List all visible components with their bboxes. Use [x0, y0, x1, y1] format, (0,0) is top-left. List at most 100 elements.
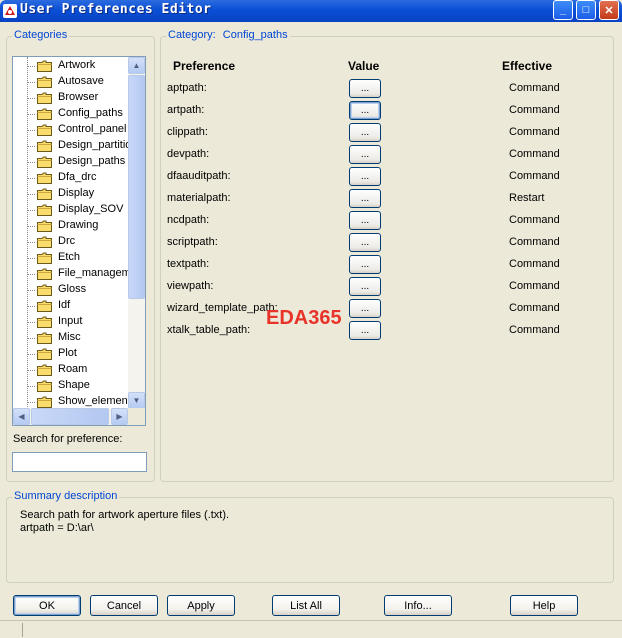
vertical-scroll-thumb[interactable] [128, 75, 145, 299]
watermark-text: EDA365 [266, 307, 342, 329]
value-browse-button[interactable]: ... [349, 123, 381, 142]
tree-item-label: Autosave [58, 75, 104, 87]
tree-item[interactable]: Design_paths [13, 154, 129, 170]
summary-description: Search path for artwork aperture files (… [20, 509, 229, 535]
scroll-right-arrow-icon[interactable]: ▶ [111, 408, 128, 425]
tree-item[interactable]: Artwork [13, 58, 129, 74]
list-all-button[interactable]: List All [272, 595, 340, 616]
value-browse-button[interactable]: ... [349, 189, 381, 208]
tree-item[interactable]: Dfa_drc [13, 170, 129, 186]
tree-item[interactable]: Display [13, 186, 129, 202]
status-bar [0, 620, 622, 638]
value-browse-button[interactable]: ... [349, 321, 381, 340]
effective-value: Command [509, 214, 560, 226]
ok-button[interactable]: OK [13, 595, 81, 616]
apply-button[interactable]: Apply [167, 595, 235, 616]
scrollbar-corner [128, 408, 145, 425]
categories-legend: Categories [12, 29, 70, 41]
tree-item-label: Design_partition [58, 139, 130, 151]
value-browse-button[interactable]: ... [349, 167, 381, 186]
value-browse-button[interactable]: ... [349, 255, 381, 274]
tree-item[interactable]: Design_partition [13, 138, 130, 154]
value-browse-button[interactable]: ... [349, 79, 381, 98]
tree-item[interactable]: Drc [13, 234, 129, 250]
effective-value: Restart [509, 192, 545, 204]
tree-connector [27, 354, 35, 355]
tree-connector [27, 114, 35, 115]
scroll-left-arrow-icon[interactable]: ◀ [13, 408, 30, 425]
summary-line-2: artpath = D:\ar\ [20, 522, 94, 534]
folder-icon [37, 108, 52, 120]
title-bar[interactable]: User Preferences Editor _ □ ✕ [0, 0, 622, 22]
tree-connector [27, 130, 35, 131]
value-browse-button[interactable]: ... [349, 211, 381, 230]
tree-connector [27, 210, 35, 211]
folder-icon [37, 396, 52, 408]
tree-item[interactable]: Browser [13, 90, 129, 106]
folder-icon [37, 380, 52, 392]
preference-name: materialpath: [167, 192, 231, 204]
tree-horizontal-scrollbar[interactable]: ◀ ▶ [13, 408, 129, 425]
tree-item[interactable]: Shape [13, 378, 129, 394]
tree-item[interactable]: Config_paths [13, 106, 129, 122]
tree-item[interactable]: Autosave [13, 74, 129, 90]
tree-item-label: Control_panel [58, 123, 127, 135]
folder-icon [37, 348, 52, 360]
value-browse-button[interactable]: ... [349, 145, 381, 164]
tree-connector [27, 66, 35, 67]
category-tree[interactable]: Artwork Autosave Browser Config_paths Contro… [12, 56, 146, 426]
tree-connector [27, 338, 35, 339]
tree-item[interactable]: Control_panel [13, 122, 129, 138]
tree-item[interactable]: Plot [13, 346, 129, 362]
scroll-up-arrow-icon[interactable]: ▲ [128, 57, 145, 74]
category-legend: Category: Config_paths [166, 29, 290, 41]
minimize-button[interactable]: _ [553, 0, 573, 20]
effective-value: Command [509, 236, 560, 248]
tree-connector [27, 322, 35, 323]
tree-vertical-scrollbar[interactable]: ▲ ▼ [128, 57, 145, 409]
tree-connector [27, 386, 35, 387]
cancel-button[interactable]: Cancel [90, 595, 158, 616]
tree-item[interactable]: Display_SOV [13, 202, 129, 218]
help-button[interactable]: Help [510, 595, 578, 616]
folder-icon [37, 268, 52, 280]
tree-connector [27, 146, 35, 147]
value-browse-button[interactable]: ... [349, 299, 381, 318]
tree-item[interactable]: Roam [13, 362, 129, 378]
search-input[interactable] [12, 452, 147, 472]
tree-item[interactable]: Idf [13, 298, 129, 314]
tree-item[interactable]: Misc [13, 330, 129, 346]
effective-value: Command [509, 324, 560, 336]
tree-connector [27, 370, 35, 371]
tree-connector [27, 82, 35, 83]
effective-value: Command [509, 126, 560, 138]
tree-item[interactable]: Input [13, 314, 129, 330]
tree-item[interactable]: Gloss [13, 282, 129, 298]
effective-value: Command [509, 280, 560, 292]
tree-item-label: Idf [58, 299, 71, 311]
preference-name: scriptpath: [167, 236, 218, 248]
tree-item-label: Gloss [58, 283, 87, 295]
tree-item[interactable]: Etch [13, 250, 129, 266]
value-browse-button[interactable]: ... [349, 101, 381, 120]
value-browse-button[interactable]: ... [349, 233, 381, 252]
status-separator [22, 623, 23, 637]
value-browse-button[interactable]: ... [349, 277, 381, 296]
horizontal-scroll-thumb[interactable] [31, 408, 109, 425]
info-button[interactable]: Info... [384, 595, 452, 616]
tree-item[interactable]: Drawing [13, 218, 129, 234]
tree-item-label: Input [58, 315, 83, 327]
tree-item-label: Etch [58, 251, 81, 263]
scroll-down-arrow-icon[interactable]: ▼ [128, 392, 145, 409]
preference-name: viewpath: [167, 280, 214, 292]
tree-item-label: Misc [58, 331, 81, 343]
maximize-button[interactable]: □ [576, 0, 596, 20]
preference-name: clippath: [167, 126, 208, 138]
preference-name: ncdpath: [167, 214, 210, 226]
tree-connector [27, 226, 35, 227]
tree-item-label: Plot [58, 347, 77, 359]
tree-item[interactable]: File_management [13, 266, 130, 282]
folder-icon [37, 332, 52, 344]
effective-value: Command [509, 302, 560, 314]
close-button[interactable]: ✕ [599, 0, 619, 20]
